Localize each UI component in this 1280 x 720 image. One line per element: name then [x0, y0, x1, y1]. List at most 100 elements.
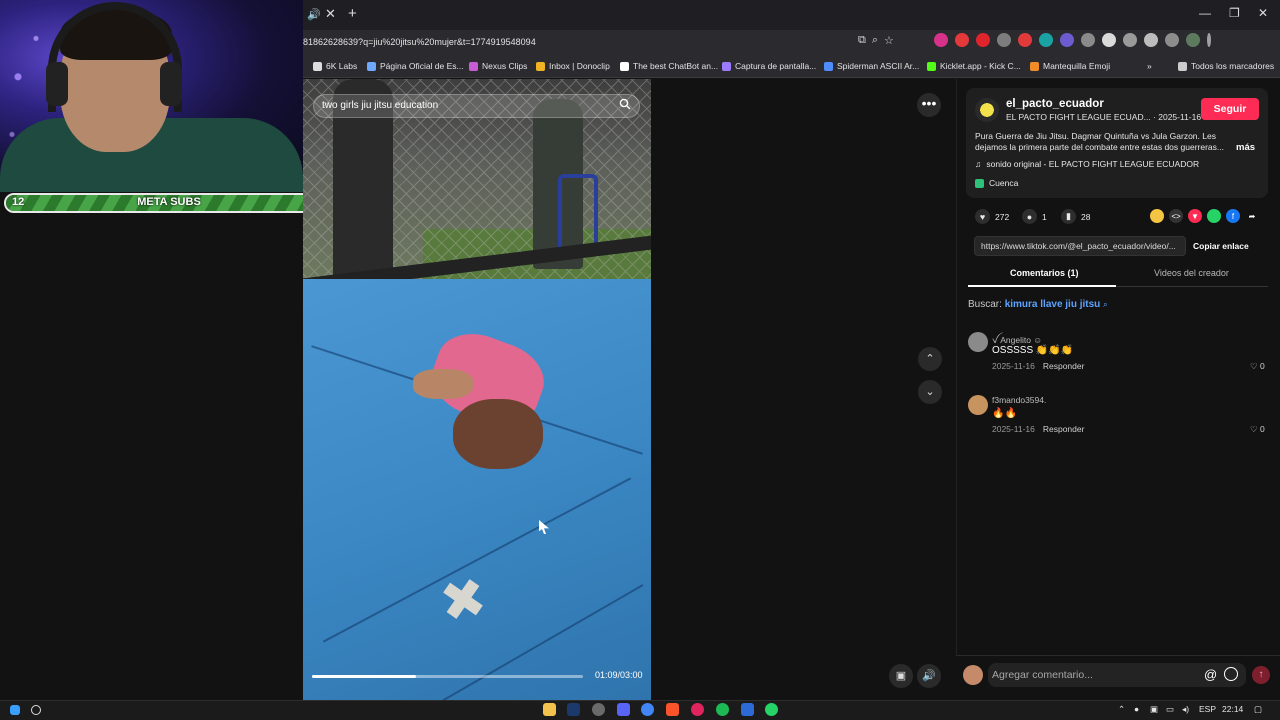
video-progress-bar[interactable]: [312, 675, 583, 678]
extension-icon[interactable]: [955, 33, 969, 47]
related-search-prefix: Buscar:: [968, 299, 1002, 310]
install-app-icon[interactable]: ⧉: [858, 34, 866, 47]
commenter-avatar[interactable]: [968, 395, 988, 415]
creator-username[interactable]: el_pacto_ecuador: [1006, 98, 1104, 110]
location-row[interactable]: Cuenca: [975, 178, 1018, 188]
save-action[interactable]: ▮ 28: [1061, 209, 1090, 224]
share-arrow-icon[interactable]: ➦: [1245, 209, 1259, 223]
emoji-icon[interactable]: [1224, 667, 1238, 681]
bookmark-item[interactable]: »: [1147, 61, 1152, 71]
profile-icon[interactable]: [1186, 33, 1200, 47]
extension-icon[interactable]: [1102, 33, 1116, 47]
send-comment-button[interactable]: ↑: [1252, 666, 1270, 684]
browser-menu-icon[interactable]: [1207, 33, 1211, 47]
app-icon[interactable]: [592, 703, 605, 716]
next-video-button[interactable]: ⌄: [918, 380, 942, 404]
app-icon[interactable]: [691, 703, 704, 716]
info-icon[interactable]: [1081, 33, 1095, 47]
facebook-icon[interactable]: f: [1226, 209, 1240, 223]
commenter-name[interactable]: f3mando3594.: [992, 395, 1046, 405]
reading-list-icon[interactable]: [1165, 33, 1179, 47]
related-search[interactable]: Buscar: kimura llave jiu jitsu ⌕: [968, 299, 1108, 310]
previous-video-button[interactable]: ⌃: [918, 347, 942, 371]
extension-icon[interactable]: [1123, 33, 1137, 47]
tab-audio-icon[interactable]: 🔊: [307, 8, 321, 21]
tray-chevron-icon[interactable]: ⌃: [1118, 704, 1125, 715]
extension-icon[interactable]: [934, 33, 948, 47]
video-player[interactable]: [303, 79, 651, 700]
tab-comments[interactable]: Comentarios (1): [1010, 268, 1079, 278]
zoom-icon[interactable]: ⌕: [872, 34, 878, 47]
volume-button[interactable]: 🔊: [917, 664, 941, 688]
commenter-avatar[interactable]: [968, 332, 988, 352]
tab-close-icon[interactable]: ✕: [325, 6, 336, 22]
bookmark-item[interactable]: Inbox | Donoclip: [536, 61, 610, 71]
bookmark-star-icon[interactable]: ☆: [884, 34, 894, 47]
bookmark-item[interactable]: Página Oficial de Es...: [367, 61, 464, 71]
creator-avatar[interactable]: [975, 98, 999, 122]
floating-player-button[interactable]: ▣: [889, 664, 913, 688]
clock[interactable]: 22:14: [1222, 704, 1243, 714]
send-icon[interactable]: ▼: [1188, 209, 1202, 223]
minimize-window-button[interactable]: —: [1199, 6, 1211, 20]
coin-icon[interactable]: [1150, 209, 1164, 223]
comment-like[interactable]: ♡ 0: [1250, 424, 1265, 435]
follow-button[interactable]: Seguir: [1201, 98, 1259, 120]
comment-action[interactable]: ● 1: [1022, 209, 1047, 224]
video-search-text[interactable]: two girls jiu jitsu education: [322, 100, 438, 111]
bookmark-item[interactable]: 6K Labs: [313, 61, 357, 71]
restore-window-button[interactable]: ❐: [1229, 6, 1240, 20]
network-icon[interactable]: ▭: [1166, 704, 1174, 715]
chrome-icon[interactable]: [641, 703, 654, 716]
mention-icon[interactable]: @: [1204, 667, 1217, 682]
reply-button[interactable]: Responder: [1043, 361, 1085, 371]
whatsapp-icon[interactable]: [1207, 209, 1221, 223]
like-action[interactable]: ♥ 272: [975, 209, 1009, 224]
more-options-button[interactable]: •••: [917, 93, 941, 117]
file-explorer-icon[interactable]: [543, 703, 556, 716]
brave-icon[interactable]: [666, 703, 679, 716]
extensions-puzzle-icon[interactable]: [1144, 33, 1158, 47]
speaker-icon[interactable]: ◂): [1182, 704, 1189, 715]
bookmark-item[interactable]: Nexus Clips: [469, 61, 527, 71]
creator-subtitle: EL PACTO FIGHT LEAGUE ECUAD... · 2025-11…: [1006, 112, 1202, 122]
steam-icon[interactable]: [567, 703, 580, 716]
close-window-button[interactable]: ✕: [1258, 6, 1268, 20]
extension-icon[interactable]: [1060, 33, 1074, 47]
discord-icon[interactable]: [617, 703, 630, 716]
copy-link-button[interactable]: Copiar enlace: [1193, 241, 1249, 251]
search-icon[interactable]: [619, 98, 631, 110]
whatsapp-taskbar-icon[interactable]: [765, 703, 778, 716]
bookmark-favicon-icon: [1178, 61, 1187, 71]
video-progress-fill: [312, 675, 416, 678]
extension-icon[interactable]: [997, 33, 1011, 47]
bookmark-item[interactable]: Captura de pantalla...: [722, 61, 816, 71]
tray-app-icon[interactable]: ▣: [1150, 704, 1158, 715]
tab-creator-videos[interactable]: Videos del creador: [1154, 268, 1229, 278]
language-indicator[interactable]: ESP: [1199, 704, 1216, 714]
extension-icon[interactable]: [1039, 33, 1053, 47]
bookmark-item[interactable]: Todos los marcadores: [1178, 61, 1274, 71]
extension-icon[interactable]: [1018, 33, 1032, 47]
spotify-icon[interactable]: [716, 703, 729, 716]
related-search-term[interactable]: kimura llave jiu jitsu: [1005, 299, 1101, 310]
reply-button[interactable]: Responder: [1043, 424, 1085, 434]
bookmark-item[interactable]: Spiderman ASCII Ar...: [824, 61, 919, 71]
video-link-text[interactable]: https://www.tiktok.com/@el_pacto_ecuador…: [981, 241, 1181, 251]
music-note-icon: ♫: [975, 159, 982, 169]
embed-icon[interactable]: <>: [1169, 209, 1183, 223]
microphone-icon[interactable]: ●: [1134, 704, 1139, 714]
comment-like[interactable]: ♡ 0: [1250, 361, 1265, 372]
more-description-link[interactable]: más: [1236, 142, 1255, 153]
adblock-icon[interactable]: [976, 33, 990, 47]
app-icon[interactable]: [741, 703, 754, 716]
bookmark-item[interactable]: The best ChatBot an...: [620, 61, 718, 71]
bookmark-item[interactable]: Kicklet.app - Kick C...: [927, 61, 1021, 71]
taskbar-search-icon[interactable]: [31, 705, 41, 715]
notifications-icon[interactable]: ▢: [1254, 704, 1262, 715]
bookmark-item[interactable]: Mantequilla Emoji: [1030, 61, 1110, 71]
address-bar-url[interactable]: 81862628639?q=jiu%20jitsu%20mujer&t=1774…: [303, 37, 536, 47]
new-tab-icon[interactable]: +: [348, 5, 357, 22]
windows-start-icon[interactable]: [10, 705, 20, 715]
music-row[interactable]: ♫ sonido original - EL PACTO FIGHT LEAGU…: [975, 159, 1199, 169]
